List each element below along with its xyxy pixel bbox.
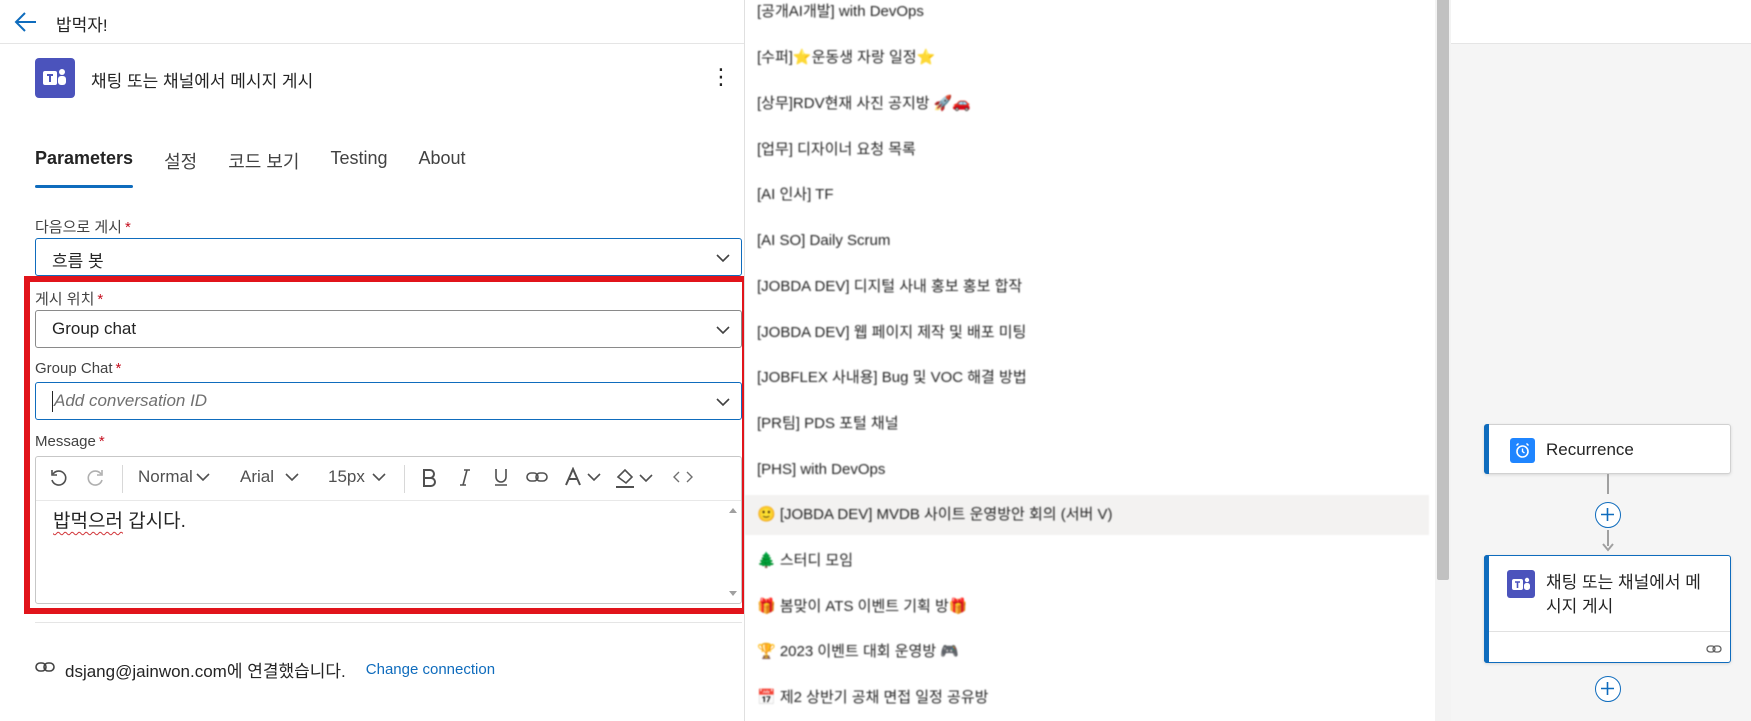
connection-link-icon xyxy=(1706,645,1722,653)
add-step-button[interactable] xyxy=(1595,502,1621,528)
list-item[interactable]: [상무]RDV현재 사진 공지방 🚀🚗 xyxy=(745,84,1429,124)
post-as-dropdown[interactable]: 흐름 봇 xyxy=(35,238,742,276)
tab-code-view[interactable]: 코드 보기 xyxy=(228,148,299,188)
plus-icon xyxy=(1601,682,1614,695)
list-item[interactable]: [PR팀] PDS 포털 채널 xyxy=(745,404,1429,444)
list-item[interactable]: 🎁 봄맞이 ATS 이벤트 기획 방🎁 xyxy=(745,587,1429,627)
tab-bar: Parameters 설정 코드 보기 Testing About xyxy=(35,148,497,188)
section-divider xyxy=(35,622,742,623)
add-step-button[interactable] xyxy=(1595,676,1621,702)
list-item[interactable]: [공개AI개발] with DevOps xyxy=(745,0,1429,32)
back-arrow-icon[interactable] xyxy=(12,8,40,36)
list-item[interactable]: [업무] 디자이너 요청 목록 xyxy=(745,130,1429,170)
card-accent xyxy=(1484,424,1489,474)
post-as-value: 흐름 봇 xyxy=(52,252,104,271)
list-item[interactable]: [AI 인사] TF xyxy=(745,175,1429,215)
plus-icon xyxy=(1601,508,1614,521)
tab-parameters[interactable]: Parameters xyxy=(35,148,134,188)
conversation-dropdown-list: [공개AI개발] with DevOps [수퍼]⭐운동생 자랑 일정⭐ [상무… xyxy=(744,0,1451,721)
connection-row: dsjang@jainwon.com에 연결했습니다. Change conne… xyxy=(35,657,495,681)
list-item[interactable]: [수퍼]⭐운동생 자랑 일정⭐ xyxy=(745,38,1429,78)
tab-about[interactable]: About xyxy=(419,148,466,188)
action-config-panel: 밥먹자! 채팅 또는 채널에서 메시지 게시 ⋮ Parameters 설정 코… xyxy=(0,0,748,721)
list-scrollbar-thumb[interactable] xyxy=(1437,0,1449,580)
chevron-down-icon xyxy=(716,254,730,263)
recurrence-card[interactable]: Recurrence xyxy=(1484,424,1731,474)
tab-testing[interactable]: Testing xyxy=(330,148,387,188)
post-message-title: 채팅 또는 채널에서 메 시지 게시 xyxy=(1546,573,1701,616)
more-options-icon[interactable]: ⋮ xyxy=(710,62,732,92)
canvas-topbar xyxy=(1451,0,1751,44)
panel-topbar: 밥먹자! xyxy=(0,0,745,44)
list-item[interactable]: [JOBFLEX 사내용] Bug 및 VOC 해결 방법 xyxy=(745,358,1429,398)
action-header: 채팅 또는 채널에서 메시지 게시 ⋮ xyxy=(35,58,735,98)
list-scrollbar[interactable] xyxy=(1435,0,1451,721)
post-as-label: 다음으로 게시 * xyxy=(35,219,131,236)
highlight-annotation-box xyxy=(24,276,748,614)
connection-link-icon xyxy=(35,660,55,679)
teams-logo-icon xyxy=(1507,570,1535,598)
list-item[interactable]: 🏆 2023 이벤트 대회 운영방 🎮 xyxy=(745,632,1429,672)
list-item[interactable]: 📅 제2 상반기 공채 면접 일정 공유방 xyxy=(745,678,1429,718)
list-item-hovered[interactable]: 🙂 [JOBDA DEV] MVDB 사이트 운영방안 회의 (서버 V) xyxy=(745,495,1429,535)
list-item[interactable]: [AI SO] Daily Scrum xyxy=(745,221,1429,261)
post-message-card[interactable]: 채팅 또는 채널에서 메 시지 게시 xyxy=(1484,555,1731,663)
list-item[interactable]: [JOBDA DEV] 디지털 사내 홍보 홍보 합작 xyxy=(745,267,1429,307)
arrow-down-icon xyxy=(1602,543,1614,552)
flow-canvas: Recurrence 채팅 또는 채널에서 메 시지 게시 xyxy=(1451,0,1751,721)
action-title: 채팅 또는 채널에서 메시지 게시 xyxy=(91,72,314,91)
card-accent xyxy=(1484,555,1489,663)
list-item[interactable]: [PHS] with DevOps xyxy=(745,450,1429,490)
teams-logo-icon xyxy=(35,58,75,98)
card-divider xyxy=(1489,631,1730,632)
list-item[interactable]: [JOBDA DEV] 웹 페이지 제작 및 배포 미팅 xyxy=(745,313,1429,353)
list-item[interactable]: 🌲 스터디 모임 xyxy=(745,541,1429,581)
recurrence-title: Recurrence xyxy=(1546,440,1634,459)
change-connection-link[interactable]: Change connection xyxy=(366,661,495,678)
alarm-clock-icon xyxy=(1510,438,1535,463)
tab-settings[interactable]: 설정 xyxy=(164,148,197,188)
flow-connector xyxy=(1607,474,1609,494)
flow-title: 밥먹자! xyxy=(56,16,108,35)
connection-text: dsjang@jainwon.com에 연결했습니다. xyxy=(65,661,346,681)
